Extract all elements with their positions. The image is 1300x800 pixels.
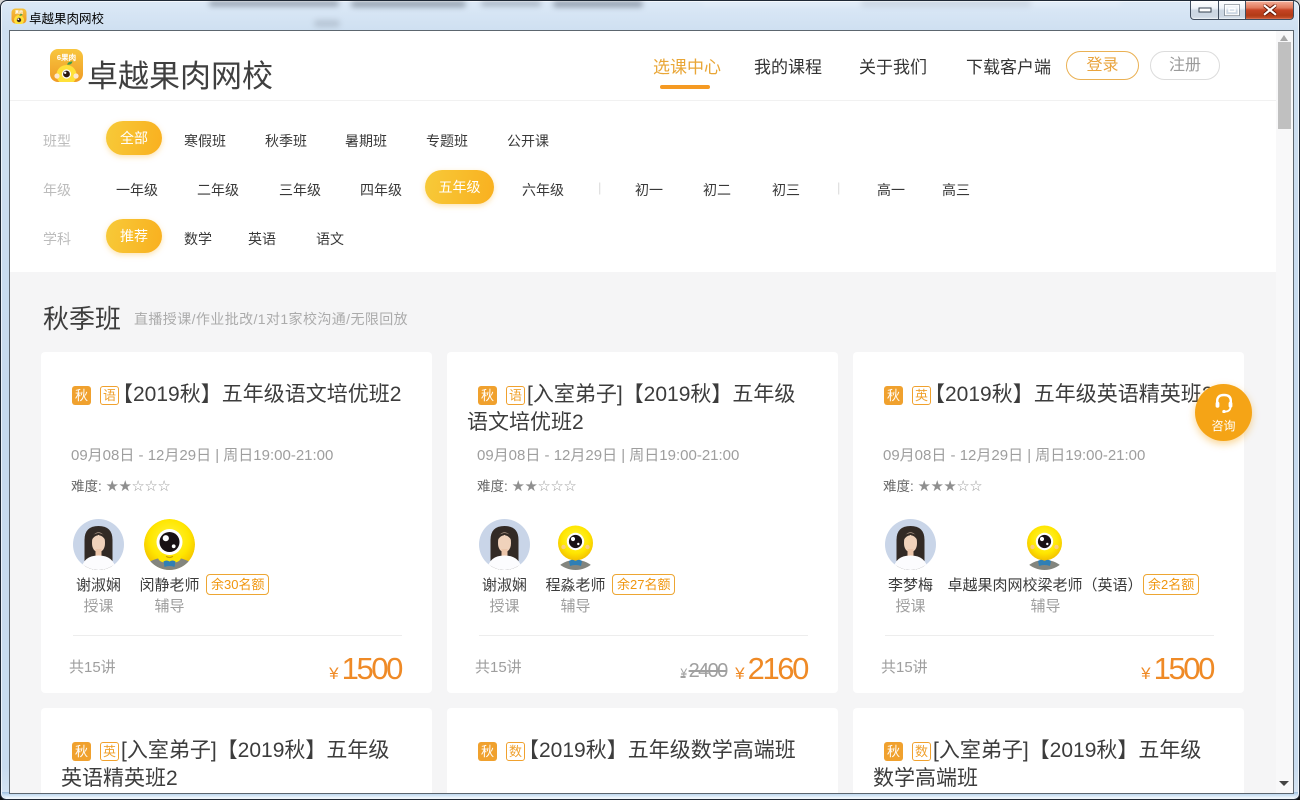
svg-text:果肉: 果肉 — [14, 9, 23, 15]
svg-text:6果肉: 6果肉 — [57, 52, 76, 62]
